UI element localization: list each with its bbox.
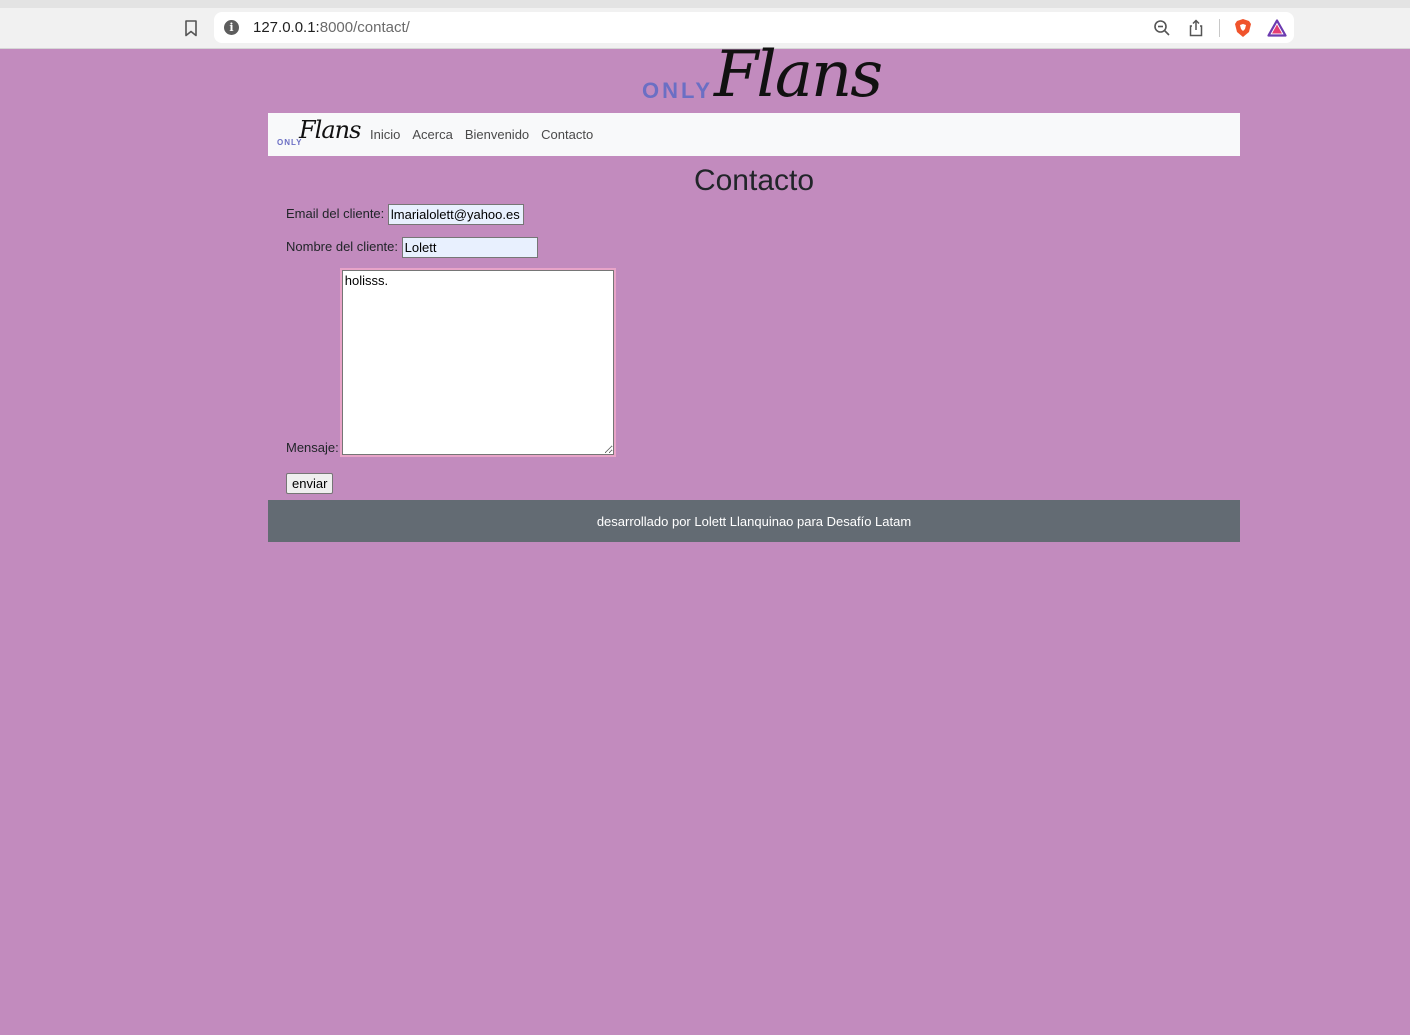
browser-toolbar: i 127.0.0.1:8000/contact/ bbox=[0, 8, 1410, 49]
submit-row: enviar bbox=[286, 473, 334, 494]
site-info-icon[interactable]: i bbox=[224, 20, 239, 35]
zoom-out-icon[interactable] bbox=[1151, 17, 1173, 39]
name-row: Nombre del cliente: bbox=[286, 237, 538, 258]
nav-link-bienvenido[interactable]: Bienvenido bbox=[465, 127, 529, 142]
navbar-brand-logo[interactable]: ONLY Flans bbox=[277, 116, 361, 150]
email-input[interactable] bbox=[387, 204, 524, 225]
logo-only-text: ONLY bbox=[642, 78, 714, 103]
nav-link-inicio[interactable]: Inicio bbox=[370, 127, 400, 142]
header-logo: ONLY Flans bbox=[268, 38, 1240, 113]
share-icon[interactable] bbox=[1185, 17, 1207, 39]
url-text[interactable]: 127.0.0.1:8000/contact/ bbox=[253, 19, 410, 36]
message-textarea[interactable]: holisss. bbox=[339, 268, 616, 457]
nav-link-contacto[interactable]: Contacto bbox=[541, 127, 593, 142]
email-label: Email del cliente: bbox=[286, 205, 385, 221]
browser-tab-strip bbox=[0, 0, 1410, 8]
message-label: Mensaje: bbox=[286, 440, 339, 455]
nav-link-acerca[interactable]: Acerca bbox=[412, 127, 452, 142]
toolbar-divider bbox=[1219, 18, 1220, 37]
footer: desarrollado por Lolett Llanquinao para … bbox=[268, 500, 1240, 542]
name-label: Nombre del cliente: bbox=[286, 238, 398, 254]
logo-flans-text: Flans bbox=[714, 38, 883, 112]
navbar: ONLY Flans Inicio Acerca Bienvenido Cont… bbox=[268, 113, 1240, 156]
email-row: Email del cliente: bbox=[286, 204, 524, 225]
submit-button[interactable]: enviar bbox=[286, 473, 334, 494]
name-input[interactable] bbox=[401, 237, 538, 258]
bookmark-icon[interactable] bbox=[180, 17, 202, 39]
footer-text: desarrollado por Lolett Llanquinao para … bbox=[596, 513, 912, 529]
brave-rewards-icon[interactable] bbox=[1266, 17, 1288, 39]
page-container: ONLY Flans ONLY Flans Inicio Acerca Bien… bbox=[268, 38, 1240, 542]
page-title: Contacto bbox=[693, 164, 815, 197]
message-row: Mensaje: holisss. bbox=[286, 268, 616, 457]
brave-shield-icon[interactable] bbox=[1232, 17, 1254, 39]
